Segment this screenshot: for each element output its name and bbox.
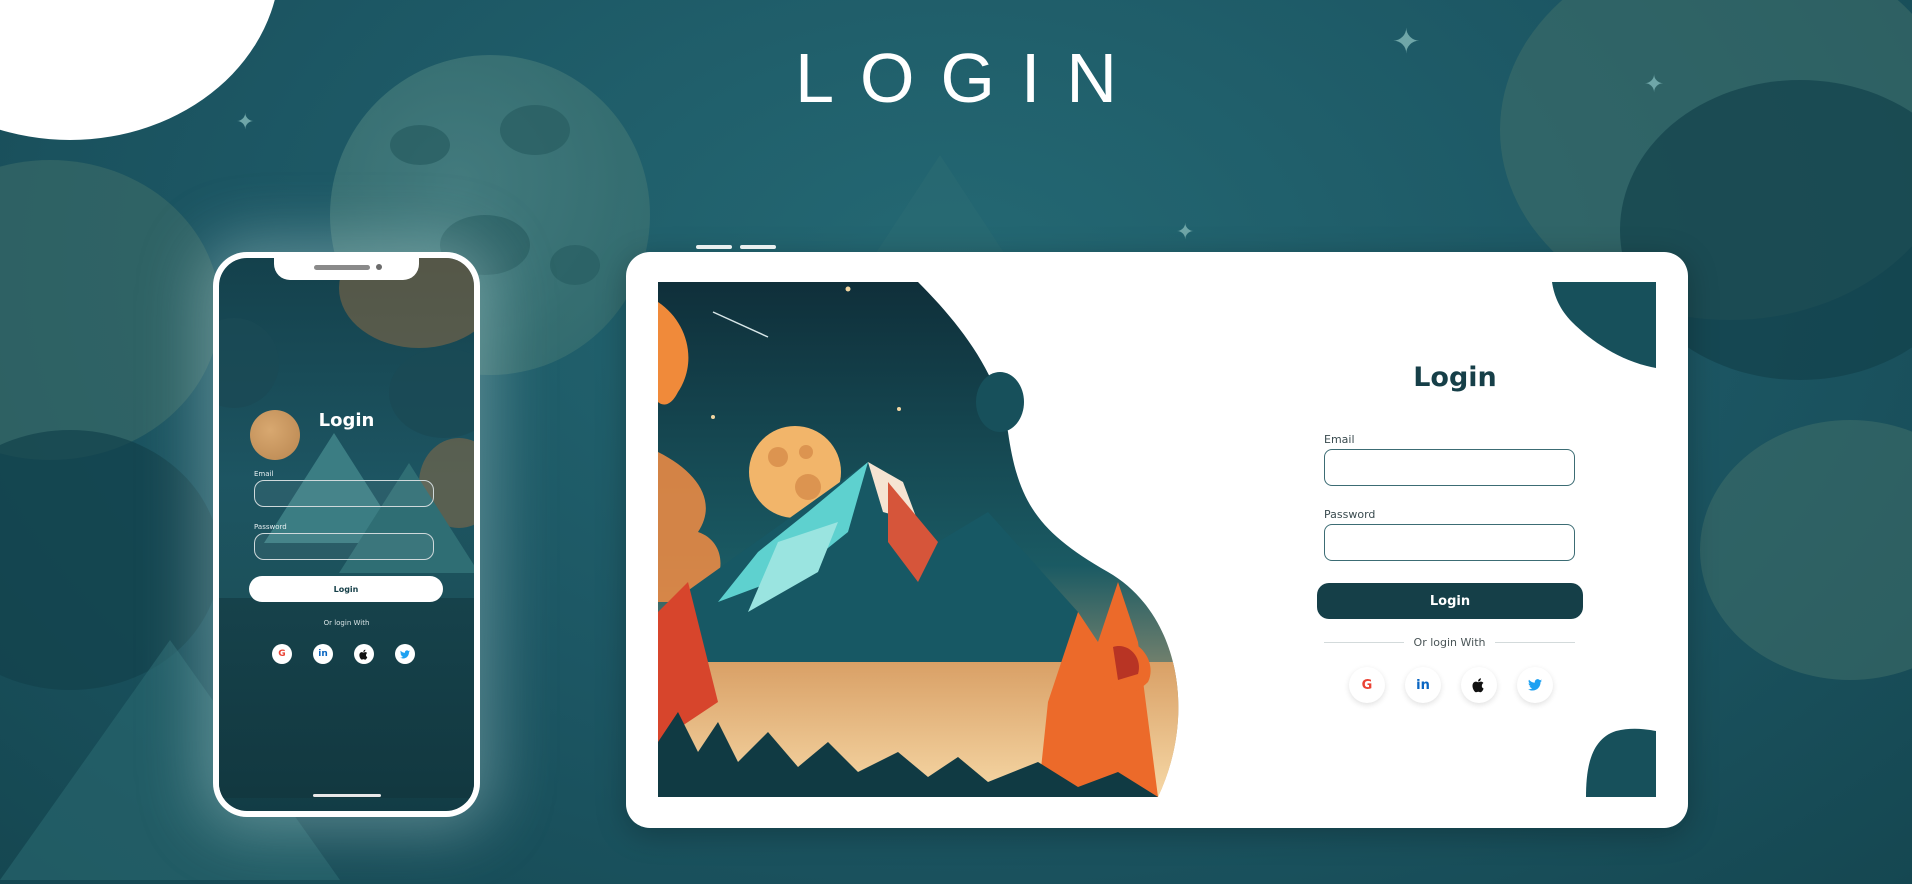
tablet-hardware-buttons	[696, 245, 776, 249]
google-icon: G	[1361, 677, 1373, 693]
phone-google-button[interactable]: G	[272, 644, 292, 664]
apple-icon	[1472, 678, 1484, 693]
phone-or-login-with: Or login With	[323, 619, 370, 627]
phone-password-field[interactable]	[254, 533, 434, 560]
tablet-mockup: Login Email Password Login Or login With…	[626, 245, 1688, 828]
star-icon: ✦	[1176, 220, 1195, 245]
login-title: Login	[1413, 362, 1497, 393]
mountain-landscape-illustration	[658, 282, 1258, 797]
background-smoke-cloud	[0, 160, 220, 460]
phone-email-label: Email	[254, 470, 274, 478]
or-login-with-text: Or login With	[1413, 636, 1486, 649]
phone-lake-illustration	[219, 598, 474, 798]
phone-twitter-button[interactable]	[395, 644, 415, 664]
twitter-login-button[interactable]	[1517, 667, 1553, 703]
background-smoke-cloud	[1700, 420, 1912, 680]
divider-line	[1495, 642, 1576, 643]
phone-mockup: Login Email Password Login Or login With…	[213, 252, 480, 817]
page-title: LOGIN	[795, 39, 1143, 117]
google-login-button[interactable]: G	[1349, 667, 1385, 703]
phone-email-field[interactable]	[254, 480, 434, 507]
phone-login-button[interactable]: Login	[249, 576, 443, 602]
phone-login-title: Login	[318, 410, 375, 431]
decorative-corner-shape	[1586, 728, 1656, 797]
phone-notch	[274, 258, 419, 280]
twitter-icon	[1528, 679, 1542, 691]
divider-line	[1324, 642, 1404, 643]
linkedin-icon: in	[1416, 677, 1430, 693]
linkedin-login-button[interactable]: in	[1405, 667, 1441, 703]
twitter-icon	[400, 649, 410, 658]
password-field[interactable]	[1324, 524, 1575, 561]
phone-linkedin-button[interactable]: in	[313, 644, 333, 664]
decorative-corner-shape	[1552, 282, 1656, 368]
apple-icon	[359, 649, 368, 660]
phone-password-label: Password	[254, 523, 287, 531]
social-login-buttons: G in	[1349, 667, 1586, 703]
login-form: Login Email Password Login Or login With…	[1316, 362, 1586, 703]
phone-apple-button[interactable]	[354, 644, 374, 664]
phone-home-indicator	[313, 794, 381, 797]
email-label: Email	[1324, 433, 1355, 446]
or-login-with-divider: Or login With	[1324, 636, 1576, 649]
linkedin-icon: in	[318, 649, 328, 659]
login-button[interactable]: Login	[1317, 583, 1583, 619]
phone-screen: Login Email Password Login Or login With…	[219, 258, 474, 811]
google-icon: G	[278, 649, 286, 659]
password-label: Password	[1324, 508, 1376, 521]
apple-login-button[interactable]	[1461, 667, 1497, 703]
email-field[interactable]	[1324, 449, 1575, 486]
